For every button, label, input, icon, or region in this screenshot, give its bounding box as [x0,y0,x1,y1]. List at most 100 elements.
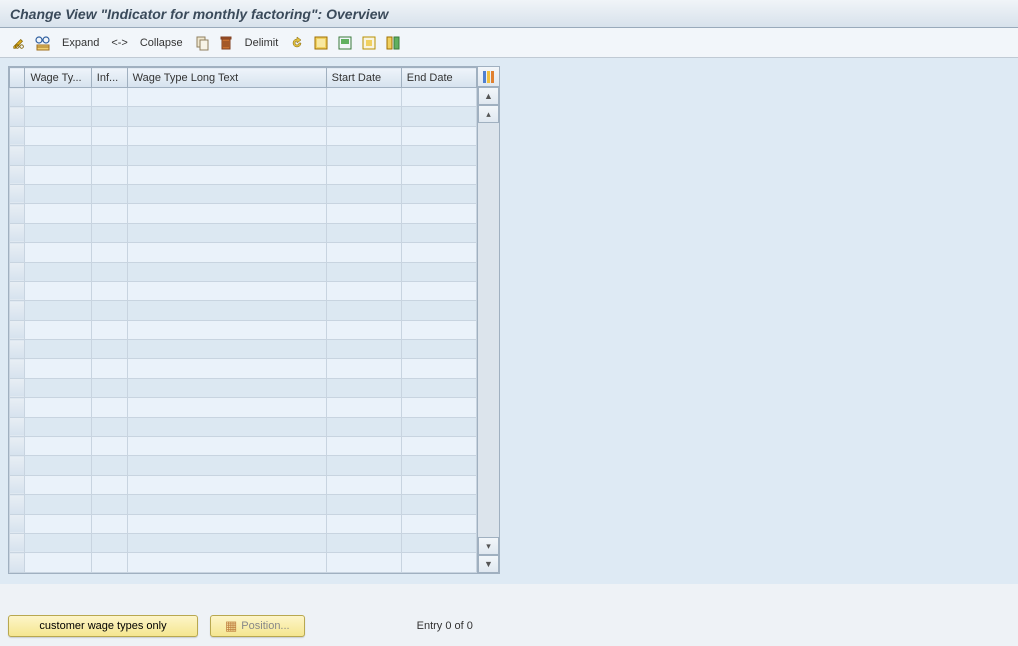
cell-wage-type[interactable] [25,514,91,533]
table-row[interactable] [10,475,477,494]
cell-end-date[interactable] [401,165,476,184]
row-selector-cell[interactable] [10,398,25,417]
cell-inf[interactable] [91,533,127,552]
cell-long-text[interactable] [127,553,326,573]
table-row[interactable] [10,126,477,145]
row-selector-cell[interactable] [10,495,25,514]
cell-long-text[interactable] [127,417,326,436]
cell-long-text[interactable] [127,378,326,397]
cell-wage-type[interactable] [25,340,91,359]
cell-end-date[interactable] [401,262,476,281]
scroll-track[interactable] [478,123,499,537]
cell-inf[interactable] [91,107,127,126]
cell-long-text[interactable] [127,204,326,223]
cell-end-date[interactable] [401,281,476,300]
toggle-display-change-icon[interactable] [10,34,28,52]
cell-inf[interactable] [91,165,127,184]
cell-wage-type[interactable] [25,378,91,397]
cell-long-text[interactable] [127,437,326,456]
cell-inf[interactable] [91,184,127,203]
cell-long-text[interactable] [127,146,326,165]
cell-wage-type[interactable] [25,359,91,378]
row-selector-cell[interactable] [10,204,25,223]
delete-icon[interactable] [217,34,235,52]
cell-inf[interactable] [91,281,127,300]
cell-start-date[interactable] [326,417,401,436]
row-selector-cell[interactable] [10,243,25,262]
column-header-selector[interactable] [10,68,25,88]
table-row[interactable] [10,398,477,417]
cell-start-date[interactable] [326,184,401,203]
cell-start-date[interactable] [326,107,401,126]
cell-start-date[interactable] [326,262,401,281]
table-row[interactable] [10,417,477,436]
cell-start-date[interactable] [326,243,401,262]
undo-change-icon[interactable] [288,34,306,52]
deselect-all-icon[interactable] [360,34,378,52]
cell-end-date[interactable] [401,243,476,262]
cell-inf[interactable] [91,262,127,281]
cell-end-date[interactable] [401,146,476,165]
cell-long-text[interactable] [127,320,326,339]
collapse-button[interactable]: Collapse [136,37,187,49]
cell-wage-type[interactable] [25,301,91,320]
cell-wage-type[interactable] [25,107,91,126]
cell-start-date[interactable] [326,495,401,514]
cell-end-date[interactable] [401,378,476,397]
position-button[interactable]: ▦ Position... [210,615,305,637]
cell-long-text[interactable] [127,184,326,203]
cell-inf[interactable] [91,204,127,223]
row-selector-cell[interactable] [10,553,25,573]
cell-inf[interactable] [91,223,127,242]
cell-end-date[interactable] [401,340,476,359]
column-header-inf[interactable]: Inf... [91,68,127,88]
cell-end-date[interactable] [401,398,476,417]
column-header-wage-type[interactable]: Wage Ty... [25,68,91,88]
row-selector-cell[interactable] [10,184,25,203]
table-row[interactable] [10,184,477,203]
cell-end-date[interactable] [401,437,476,456]
cell-wage-type[interactable] [25,495,91,514]
cell-start-date[interactable] [326,514,401,533]
cell-long-text[interactable] [127,165,326,184]
cell-wage-type[interactable] [25,88,91,107]
cell-long-text[interactable] [127,398,326,417]
cell-start-date[interactable] [326,553,401,573]
cell-long-text[interactable] [127,301,326,320]
cell-end-date[interactable] [401,88,476,107]
table-row[interactable] [10,281,477,300]
cell-inf[interactable] [91,437,127,456]
cell-start-date[interactable] [326,223,401,242]
cell-wage-type[interactable] [25,165,91,184]
table-row[interactable] [10,533,477,552]
cell-end-date[interactable] [401,456,476,475]
table-row[interactable] [10,301,477,320]
cell-inf[interactable] [91,301,127,320]
cell-inf[interactable] [91,495,127,514]
cell-start-date[interactable] [326,456,401,475]
cell-wage-type[interactable] [25,553,91,573]
cell-start-date[interactable] [326,398,401,417]
cell-long-text[interactable] [127,475,326,494]
cell-long-text[interactable] [127,533,326,552]
cell-long-text[interactable] [127,514,326,533]
table-row[interactable] [10,320,477,339]
row-selector-cell[interactable] [10,107,25,126]
table-row[interactable] [10,437,477,456]
configuration-icon[interactable] [384,34,402,52]
cell-inf[interactable] [91,398,127,417]
cell-start-date[interactable] [326,475,401,494]
cell-long-text[interactable] [127,243,326,262]
row-selector-cell[interactable] [10,223,25,242]
details-icon[interactable] [34,34,52,52]
scroll-down-icon[interactable]: ▼ [478,555,499,573]
row-selector-cell[interactable] [10,456,25,475]
cell-inf[interactable] [91,378,127,397]
cell-wage-type[interactable] [25,243,91,262]
cell-long-text[interactable] [127,126,326,145]
table-row[interactable] [10,495,477,514]
cell-inf[interactable] [91,553,127,573]
row-selector-cell[interactable] [10,514,25,533]
cell-wage-type[interactable] [25,146,91,165]
row-selector-cell[interactable] [10,88,25,107]
